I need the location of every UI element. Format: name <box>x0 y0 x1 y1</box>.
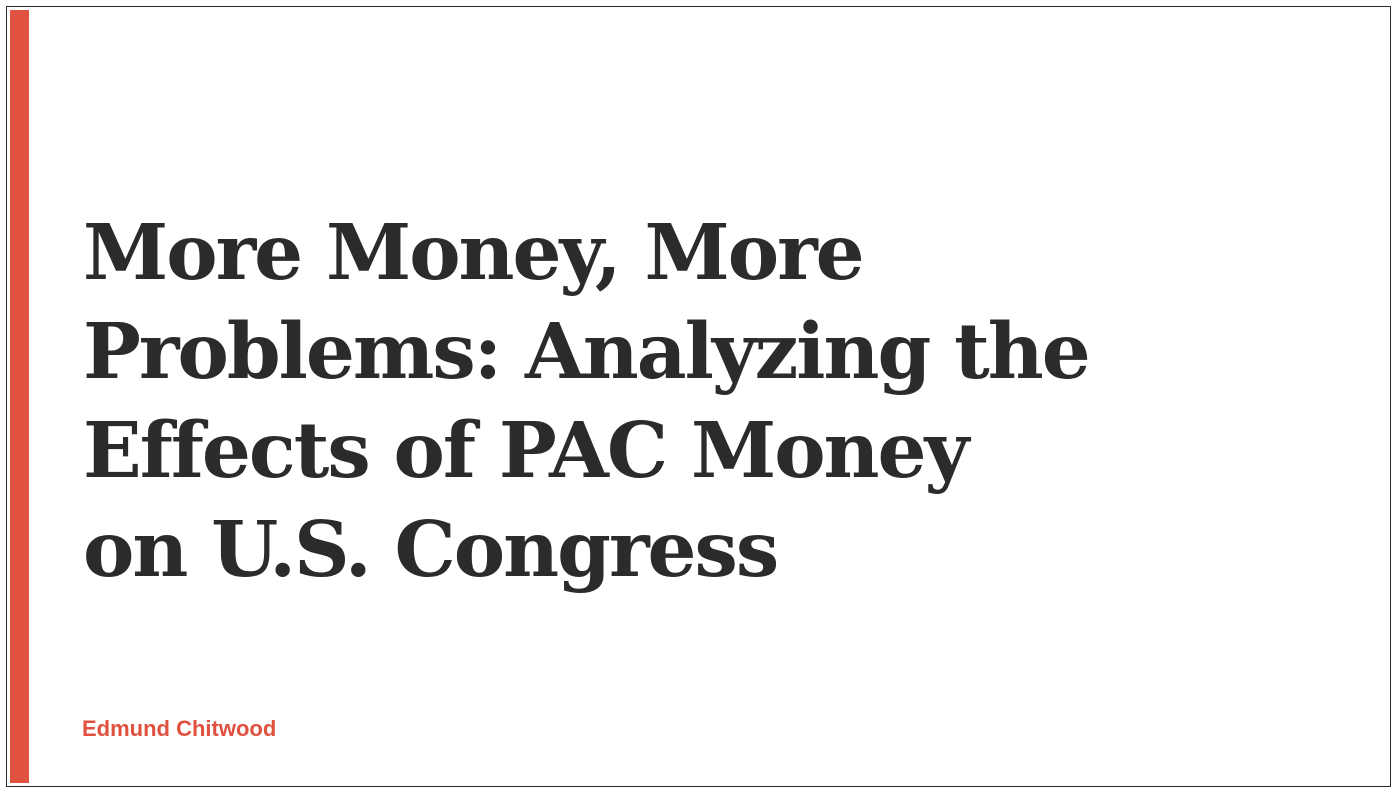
author-name: Edmund Chitwood <box>82 716 277 741</box>
slide-title: More Money, More Problems: Analyzing the… <box>83 204 1283 600</box>
title-line: Effects of PAC Money <box>83 406 969 496</box>
presentation-slide: More Money, More Problems: Analyzing the… <box>6 6 1391 787</box>
title-line: on U.S. Congress <box>83 505 779 595</box>
title-line: Problems: Analyzing the <box>83 307 1091 397</box>
title-line: More Money, More <box>83 208 865 298</box>
accent-bar <box>10 10 29 783</box>
